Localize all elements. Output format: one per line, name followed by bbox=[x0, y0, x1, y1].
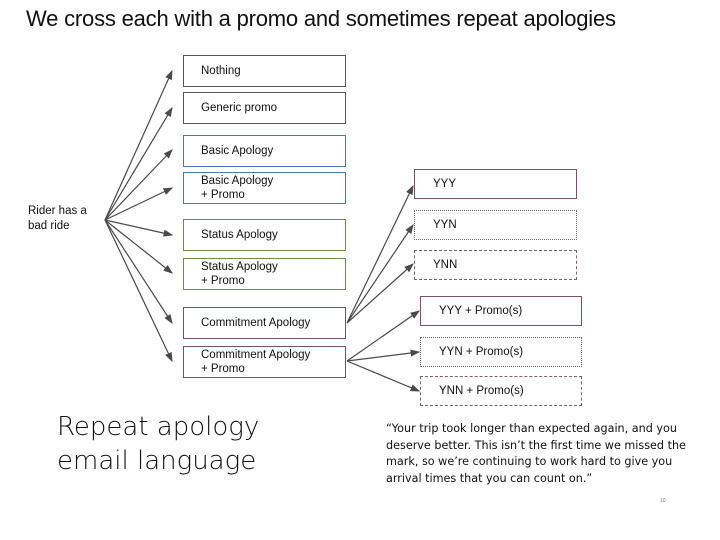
option-generic-promo: Generic promo bbox=[183, 92, 346, 124]
option-basic-apology: Basic Apology bbox=[183, 135, 346, 167]
option-status-apology-promo: Status Apology + Promo bbox=[183, 258, 346, 290]
option-commitment-apology-promo: Commitment Apology + Promo bbox=[183, 346, 346, 378]
email-quote: “Your trip took longer than expected aga… bbox=[386, 422, 686, 485]
root-node-rider-bad-ride: Rider has a bad ride bbox=[28, 205, 87, 232]
option-status-apology: Status Apology bbox=[183, 219, 346, 251]
arrow-commitment-to-repeat-2 bbox=[346, 263, 414, 324]
option-basic-apology-promo: Basic Apology + Promo bbox=[183, 172, 346, 204]
repeat-option-ynn-promo: YNN + Promo(s) bbox=[420, 376, 582, 406]
option-label: YYN bbox=[433, 219, 457, 231]
section-heading-line1: Repeat apology bbox=[57, 412, 260, 442]
arrow-root-to-option-7 bbox=[104, 219, 173, 363]
option-label: Generic promo bbox=[201, 102, 278, 114]
section-heading-line2: email language bbox=[57, 446, 257, 476]
repeat-option-yyn-promo: YYN + Promo(s) bbox=[420, 337, 582, 367]
option-label: Commitment Apology bbox=[201, 317, 311, 329]
arrow-root-to-option-6 bbox=[104, 219, 173, 325]
option-label-line2: + Promo bbox=[201, 275, 245, 287]
option-label: YNN + Promo(s) bbox=[439, 385, 524, 397]
option-label-line2: + Promo bbox=[201, 189, 245, 201]
repeat-option-yyy-promo: YYY + Promo(s) bbox=[420, 296, 582, 326]
option-label: YNN bbox=[433, 259, 458, 271]
option-label: YYY + Promo(s) bbox=[439, 305, 523, 317]
arrow-commitment-promo-to-repeat-2 bbox=[346, 360, 421, 392]
option-nothing: Nothing bbox=[183, 55, 346, 87]
option-label: Commitment Apology bbox=[201, 349, 311, 361]
option-label: YYN + Promo(s) bbox=[439, 346, 524, 358]
arrow-root-to-option-1 bbox=[104, 106, 173, 221]
option-label-line2: + Promo bbox=[201, 363, 245, 375]
page-number: 10 bbox=[660, 498, 666, 504]
option-commitment-apology: Commitment Apology bbox=[183, 307, 346, 339]
arrow-commitment-to-repeat-0 bbox=[346, 184, 414, 324]
option-label: Status Apology bbox=[201, 229, 278, 241]
repeat-option-yyn: YYN bbox=[414, 210, 577, 240]
arrow-commitment-to-repeat-1 bbox=[346, 224, 414, 324]
option-label: Status Apology bbox=[201, 261, 278, 273]
arrow-root-to-option-0 bbox=[104, 69, 173, 221]
repeat-option-ynn: YNN bbox=[414, 250, 577, 280]
option-label: Nothing bbox=[201, 65, 241, 77]
option-label: YYY bbox=[433, 178, 457, 190]
arrow-root-to-option-2 bbox=[104, 149, 173, 221]
section-heading: Repeat apology email language bbox=[57, 410, 259, 478]
repeat-option-yyy: YYY bbox=[414, 169, 577, 199]
option-label: Basic Apology bbox=[201, 145, 274, 157]
option-label: Basic Apology bbox=[201, 175, 274, 187]
